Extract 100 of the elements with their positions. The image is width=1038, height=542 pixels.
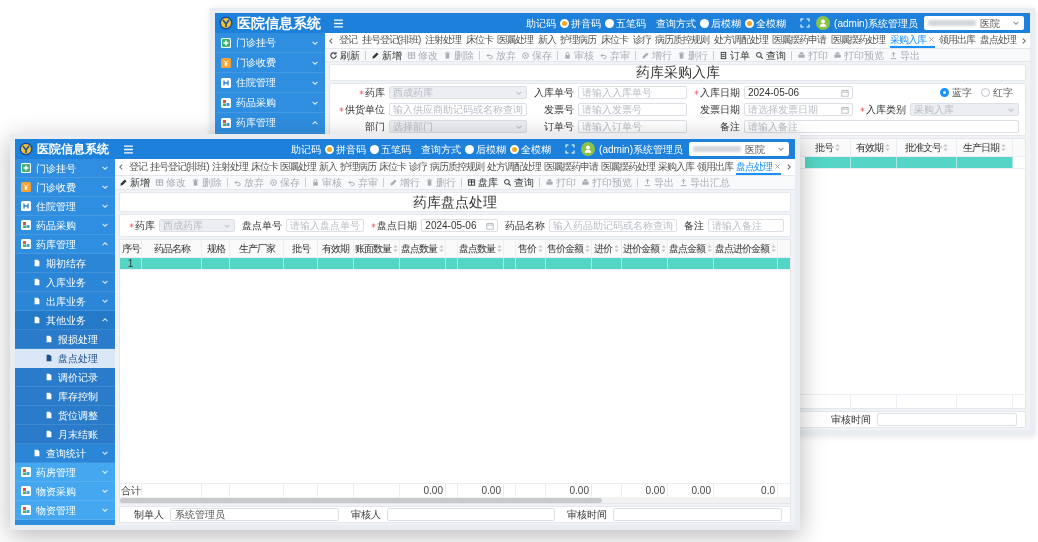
table-row[interactable]: 1 bbox=[120, 258, 790, 269]
column-header[interactable]: 盘点金额 bbox=[668, 240, 714, 257]
tab[interactable]: 医嘱摆药申请 bbox=[772, 33, 827, 48]
tab[interactable]: 病历质控规则 bbox=[655, 33, 710, 48]
menu-icon[interactable] bbox=[123, 143, 134, 155]
sidebar-item[interactable]: 药房管理 bbox=[15, 463, 115, 482]
tab[interactable]: 新入 bbox=[319, 159, 338, 175]
toolbar-button[interactable]: 新增 bbox=[119, 175, 150, 190]
radio-button[interactable] bbox=[940, 88, 949, 97]
input-field[interactable]: 系统管理员 bbox=[170, 508, 339, 521]
column-header[interactable]: 生产日期 bbox=[957, 139, 1013, 156]
date-field[interactable]: 2024-05-06 bbox=[744, 86, 853, 99]
sidebar-item[interactable]: 其他业务 bbox=[15, 311, 115, 330]
coin-icon bbox=[221, 57, 231, 68]
tab[interactable]: 床位卡 bbox=[600, 33, 628, 48]
column-header[interactable]: 盘点进价金额 bbox=[714, 240, 778, 257]
date-field[interactable]: 2024-05-06 bbox=[421, 219, 498, 232]
column-header[interactable]: 进价金额 bbox=[622, 240, 668, 257]
tab[interactable]: 床位卡 bbox=[250, 159, 278, 175]
file-icon bbox=[33, 259, 41, 267]
tab[interactable]: 医嘱摆药申请 bbox=[544, 159, 599, 175]
tab[interactable]: 领用出库 bbox=[697, 159, 733, 175]
close-icon[interactable] bbox=[773, 162, 781, 170]
radio-group-label: 助记码 bbox=[526, 16, 557, 31]
radio-button[interactable] bbox=[700, 18, 710, 28]
radio-button[interactable] bbox=[981, 88, 990, 97]
sidebar-item[interactable]: 出库业务 bbox=[15, 292, 115, 311]
pencil-icon bbox=[371, 50, 380, 60]
tab[interactable]: 诊疗 bbox=[409, 159, 428, 175]
sidebar-item[interactable]: 调价记录 bbox=[15, 368, 115, 387]
toolbar-button[interactable]: 查询 bbox=[503, 175, 534, 190]
tiles-icon bbox=[221, 117, 231, 128]
tab[interactable]: 处方调配处理 bbox=[487, 159, 542, 175]
sidebar-item[interactable]: 入库业务 bbox=[15, 273, 115, 292]
tab[interactable]: 护理病历 bbox=[560, 33, 597, 48]
tab[interactable]: 新入 bbox=[537, 33, 556, 48]
toolbar-button[interactable]: 订单 bbox=[719, 47, 750, 63]
column-header[interactable]: 账面数量 bbox=[354, 240, 400, 257]
tab[interactable]: 床位卡 bbox=[465, 33, 493, 48]
column-header[interactable]: 售价金额 bbox=[546, 240, 592, 257]
chevron-up-icon bbox=[311, 118, 319, 127]
input-field[interactable] bbox=[877, 413, 1017, 426]
tab[interactable]: 护理病历 bbox=[340, 159, 377, 175]
radio-button[interactable] bbox=[465, 144, 475, 154]
column-header[interactable]: 售价 bbox=[516, 240, 546, 257]
sidebar-item[interactable]: 查询统计 bbox=[15, 444, 115, 463]
tab[interactable]: 盘点处理 bbox=[979, 33, 1016, 48]
pencil-icon bbox=[389, 178, 398, 187]
tab[interactable]: 注射处理 bbox=[211, 159, 248, 175]
tab[interactable]: 医嘱处理 bbox=[497, 33, 534, 48]
radio-button[interactable] bbox=[605, 18, 615, 28]
toolbar-button[interactable]: 查询 bbox=[755, 47, 786, 63]
sidebar-item[interactable]: 盘点处理 bbox=[15, 349, 115, 368]
fullscreen-icon[interactable] bbox=[565, 144, 576, 154]
tab[interactable]: 挂号登记(排班) bbox=[361, 33, 421, 48]
scrollbar-thumb[interactable] bbox=[120, 497, 603, 503]
hospital-select[interactable]: 医院 bbox=[924, 16, 1024, 30]
input-field[interactable] bbox=[386, 508, 556, 521]
trash-icon bbox=[677, 50, 686, 60]
sidebar-item[interactable]: 库存控制 bbox=[15, 387, 115, 406]
input-field[interactable] bbox=[613, 508, 782, 521]
sidebar-item[interactable]: 物资采购 bbox=[15, 482, 115, 501]
fullscreen-icon[interactable] bbox=[800, 18, 811, 28]
radio-label: 全模糊 bbox=[521, 142, 552, 157]
tab[interactable]: 采购入库 bbox=[658, 159, 695, 175]
tab[interactable]: 挂号登记(排班) bbox=[149, 159, 209, 175]
sidebar-item[interactable]: 物资管理 bbox=[15, 501, 115, 520]
column-header[interactable]: 进价 bbox=[592, 240, 622, 257]
tab[interactable]: 病历质控规则 bbox=[430, 159, 485, 175]
tab[interactable]: 医嘱摆药处理 bbox=[831, 33, 885, 48]
sidebar-item[interactable]: 月末结账 bbox=[15, 425, 115, 444]
tab[interactable]: 注射处理 bbox=[424, 33, 461, 48]
menu-icon[interactable] bbox=[333, 17, 344, 29]
sidebar-item[interactable]: 货位调整 bbox=[15, 406, 115, 425]
toolbar-button[interactable]: 盘库 bbox=[467, 175, 498, 190]
tab[interactable]: 领用出库 bbox=[939, 33, 976, 48]
column-header[interactable]: 盘点数量 bbox=[458, 240, 504, 257]
hospital-select[interactable]: 医院 bbox=[689, 142, 789, 156]
file-icon bbox=[45, 392, 53, 400]
building-icon bbox=[221, 77, 231, 88]
sidebar-item[interactable]: 报损处理 bbox=[15, 330, 115, 349]
tab[interactable]: 处方调配处理 bbox=[713, 33, 768, 48]
toolbar-button[interactable]: 新增 bbox=[371, 47, 402, 63]
sidebar-item[interactable]: 期初结存 bbox=[15, 254, 115, 273]
close-icon[interactable] bbox=[927, 36, 935, 43]
table-cell: 1 bbox=[120, 258, 142, 269]
tab[interactable]: 诊疗 bbox=[632, 33, 651, 48]
tab[interactable]: 医嘱处理 bbox=[280, 159, 317, 175]
toolbar-button[interactable]: 刷新 bbox=[329, 47, 360, 63]
column-header[interactable]: 批号 bbox=[805, 139, 851, 156]
tab[interactable]: 床位卡 bbox=[379, 159, 407, 175]
tab[interactable]: 登记 bbox=[129, 159, 147, 175]
radio-button[interactable] bbox=[370, 144, 380, 154]
column-header[interactable]: 有效期 bbox=[851, 139, 897, 156]
field-label: 审核人 bbox=[350, 508, 381, 522]
column-header[interactable]: 批准文号 bbox=[897, 139, 957, 156]
tab[interactable]: 登记 bbox=[339, 33, 357, 48]
logo-icon bbox=[219, 16, 233, 30]
tab[interactable]: 医嘱摆药处理 bbox=[601, 159, 656, 175]
column-header[interactable]: 盘点数量 bbox=[400, 240, 446, 257]
